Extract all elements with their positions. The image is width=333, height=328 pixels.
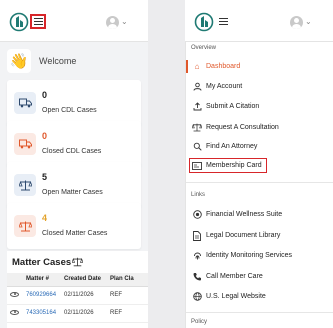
waving-hand-icon: 👋: [7, 48, 31, 73]
card-count: 0: [42, 131, 48, 141]
overview-heading: Overview: [191, 45, 217, 51]
welcome-text: Welcome: [39, 55, 77, 66]
plan-class: REF: [107, 286, 148, 305]
home-icon: ⌂: [194, 62, 200, 71]
menu-toggle-button[interactable]: [30, 14, 46, 29]
table-row: 743305164 02/11/2026 REF: [7, 304, 148, 323]
fingerprint-icon: [192, 251, 202, 261]
chevron-down-icon[interactable]: ⌄: [305, 17, 312, 26]
open-cdl-cases-card[interactable]: 0 Open CDL Cases: [7, 80, 141, 126]
table-header-row: Matter # Created Date Plan Cla: [7, 273, 148, 287]
matter-cases-title: Matter Cases: [12, 257, 72, 268]
avatar[interactable]: [290, 16, 303, 29]
nav-item-label: Dashboard: [206, 63, 241, 70]
card-label: Closed CDL Cases: [42, 148, 102, 155]
hamburger-icon: [33, 18, 43, 25]
column-header[interactable]: Created Date: [61, 273, 107, 287]
menu-toggle-button[interactable]: [215, 14, 231, 29]
matter-number-link[interactable]: 743305164: [23, 304, 61, 323]
search-icon: [192, 142, 202, 152]
truck-icon: [14, 133, 36, 155]
matter-number-link[interactable]: 760929664: [23, 286, 61, 305]
dashboard-pane: ⌄ 👋 Welcome 0 Open CDL Cases 0 Closed CD…: [0, 0, 148, 328]
scale-icon: [14, 215, 36, 237]
nav-item-membership-card[interactable]: Membership Card: [186, 158, 333, 173]
divider: [186, 182, 333, 183]
scale-icon: [192, 123, 202, 133]
user-icon: [192, 82, 202, 92]
document-icon: [192, 230, 202, 241]
avatar[interactable]: [106, 16, 119, 29]
eye-icon[interactable]: [10, 309, 19, 315]
card-label: Open CDL Cases: [42, 107, 97, 114]
nav-item-request-consultation[interactable]: Request A Consultation: [186, 120, 333, 135]
truck-icon: [14, 92, 36, 114]
brand-logo[interactable]: [9, 12, 29, 32]
card-count: 4: [42, 213, 48, 223]
navigation-drawer: Overview ⌂ Dashboard My Account Submit A…: [185, 42, 333, 328]
nav-item-label: Request A Consultation: [206, 124, 279, 131]
upload-icon: [192, 102, 202, 112]
matter-cases-panel: Matter Cases Matter # Created Date Plan …: [7, 251, 148, 328]
globe-icon: [192, 292, 202, 302]
top-bar: ⌄: [185, 0, 333, 42]
nav-item-legal-document-library[interactable]: Legal Document Library: [186, 228, 333, 243]
top-bar: ⌄: [0, 0, 148, 42]
nav-item-submit-citation[interactable]: Submit A Citation: [186, 99, 333, 114]
chevron-down-icon[interactable]: ⌄: [121, 17, 128, 26]
nav-item-label: Call Member Care: [206, 273, 263, 280]
hamburger-icon: [218, 18, 228, 25]
id-card-icon: [192, 161, 202, 171]
menu-open-pane: ⌄ Overview ⌂ Dashboard My Account Submit…: [148, 0, 333, 328]
closed-matter-cases-card[interactable]: 4 Closed Matter Cases: [7, 203, 141, 249]
nav-item-call-member-care[interactable]: Call Member Care: [186, 269, 333, 284]
nav-item-dashboard[interactable]: ⌂ Dashboard: [186, 59, 333, 74]
nav-item-us-legal-website[interactable]: U.S. Legal Website: [186, 289, 333, 304]
column-header[interactable]: Matter #: [23, 273, 61, 287]
nav-item-label: Submit A Citation: [206, 103, 260, 110]
nav-item-label: Membership Card: [206, 162, 262, 169]
column-header: [7, 273, 23, 287]
nav-item-financial-wellness[interactable]: Financial Wellness Suite: [186, 207, 333, 222]
card-count: 5: [42, 172, 48, 182]
policy-heading: Policy: [191, 319, 208, 325]
eye-icon[interactable]: [10, 291, 19, 297]
scale-icon: [14, 174, 36, 196]
created-date: 02/11/2026: [61, 286, 107, 305]
nav-item-label: Identity Monitoring Services: [206, 252, 292, 259]
nav-item-my-account[interactable]: My Account: [186, 79, 333, 94]
links-heading: Links: [191, 192, 206, 198]
nav-item-identity-monitoring[interactable]: Identity Monitoring Services: [186, 248, 333, 263]
created-date: 02/11/2026: [61, 304, 107, 323]
divider: [186, 312, 333, 313]
plan-class: REF: [107, 304, 148, 323]
card-label: Open Matter Cases: [42, 189, 103, 196]
column-header[interactable]: Plan Cla: [107, 273, 148, 287]
card-label: Closed Matter Cases: [42, 230, 108, 237]
nav-item-label: Find An Attorney: [206, 143, 258, 150]
nav-item-label: Legal Document Library: [206, 232, 281, 239]
nav-item-label: My Account: [206, 83, 243, 90]
brand-logo[interactable]: [194, 12, 214, 32]
backdrop[interactable]: [148, 0, 185, 328]
table-row: 760929664 02/11/2026 REF: [7, 286, 148, 305]
nav-item-find-attorney[interactable]: Find An Attorney: [186, 139, 333, 154]
nav-item-label: Financial Wellness Suite: [206, 211, 283, 218]
matter-cases-table: Matter # Created Date Plan Cla 760929664…: [7, 273, 148, 323]
scale-icon: [72, 257, 83, 267]
welcome-banner: 👋 Welcome: [7, 47, 141, 74]
phone-icon: [192, 272, 202, 282]
nav-item-label: U.S. Legal Website: [206, 293, 266, 300]
card-count: 0: [42, 90, 48, 100]
open-matter-cases-card[interactable]: 5 Open Matter Cases: [7, 162, 141, 208]
closed-cdl-cases-card[interactable]: 0 Closed CDL Cases: [7, 121, 141, 167]
target-icon: [192, 210, 202, 220]
